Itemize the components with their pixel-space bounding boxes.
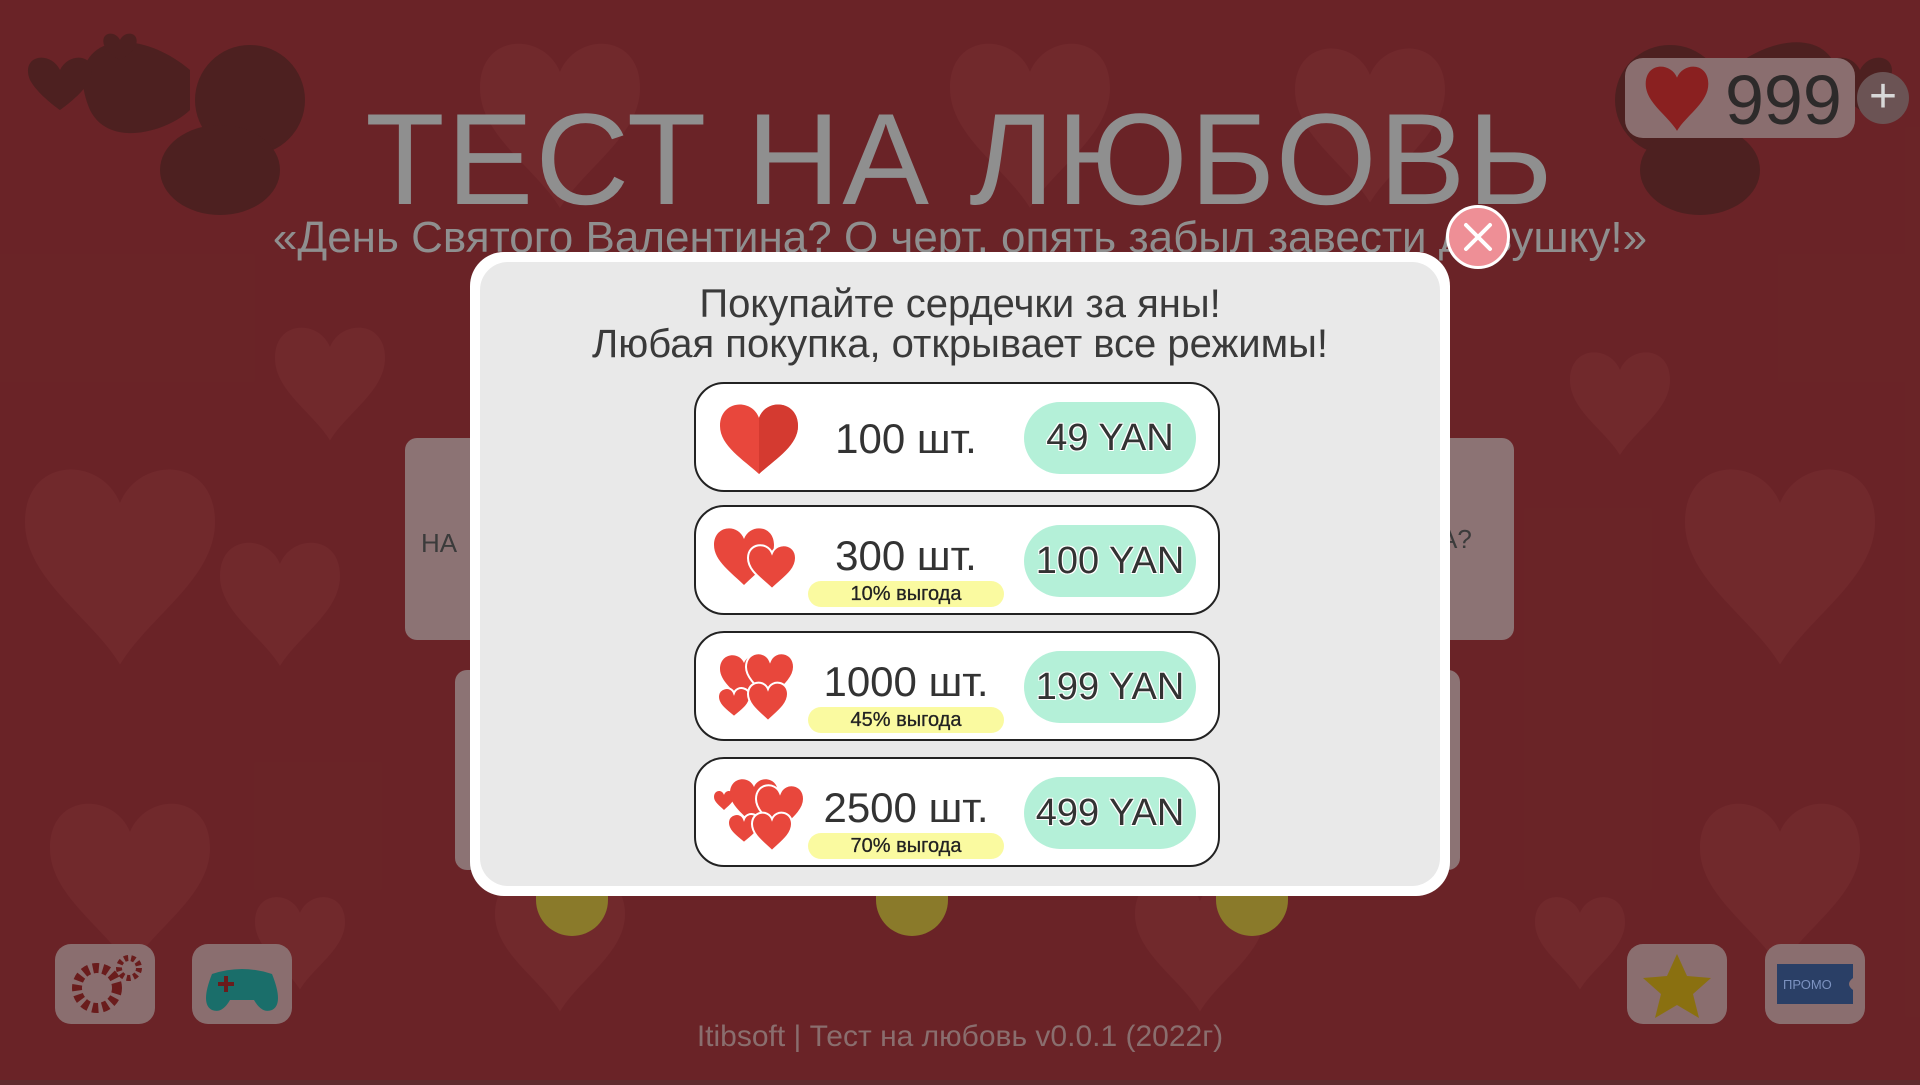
many-hearts-icon: [714, 779, 804, 853]
promo-ticket-icon: ПРОМО: [1777, 964, 1853, 1004]
shop-dialog-message: Покупайте сердечки за яны! Любая покупка…: [480, 284, 1440, 364]
promo-button[interactable]: ПРОМО: [1765, 944, 1865, 1024]
hearts-count: 999: [1725, 61, 1842, 139]
shop-dialog-line2: Любая покупка, открывает все режимы!: [592, 322, 1328, 366]
games-button[interactable]: [192, 944, 292, 1024]
close-dialog-button[interactable]: [1446, 205, 1510, 269]
offer-amount: 2500 шт.: [823, 784, 989, 831]
offer-bonus-badge: 10% выгода: [808, 581, 1004, 607]
star-icon: [1643, 954, 1711, 1018]
one-heart-icon: [720, 404, 798, 474]
shop-dialog-line1: Покупайте сердечки за яны!: [699, 282, 1221, 326]
offer-amount: 300 шт.: [835, 532, 977, 579]
offer-amount: 100 шт.: [835, 415, 977, 462]
offer-1000-hearts[interactable]: 1000 шт. 45% выгода 199 YAN: [694, 631, 1220, 741]
offer-bonus-badge: 45% выгода: [808, 707, 1004, 733]
offer-amount: 1000 шт.: [823, 658, 989, 705]
buy-price-button[interactable]: 499 YAN: [1024, 777, 1196, 849]
buy-price-button[interactable]: 100 YAN: [1024, 525, 1196, 597]
close-icon: [1464, 223, 1492, 251]
two-hearts-icon: [714, 528, 798, 591]
mode-card-left-label: НА: [421, 528, 458, 558]
four-hearts-icon: [716, 652, 796, 723]
buy-price-button[interactable]: 199 YAN: [1024, 651, 1196, 723]
offer-bonus-badge: 70% выгода: [808, 833, 1004, 859]
gears-icon: [72, 955, 142, 1013]
gamepad-icon: [206, 969, 278, 1011]
hearts-counter[interactable]: 999 +: [1625, 58, 1909, 139]
offer-2500-hearts[interactable]: 2500 шт. 70% выгода 499 YAN: [694, 757, 1220, 867]
settings-button[interactable]: [55, 944, 155, 1024]
offer-100-hearts[interactable]: 100 шт. 49 YAN: [694, 382, 1220, 492]
add-hearts-button[interactable]: +: [1857, 72, 1909, 124]
promo-label: ПРОМО: [1783, 977, 1832, 992]
heart-icon: [1645, 66, 1709, 131]
offer-300-hearts[interactable]: 300 шт. 10% выгода 100 YAN: [694, 505, 1220, 615]
buy-price-button[interactable]: 49 YAN: [1024, 402, 1196, 474]
rate-button[interactable]: [1627, 944, 1727, 1024]
footer-text: Itibsoft | Тест на любовь v0.0.1 (2022г): [696, 1020, 1224, 1053]
